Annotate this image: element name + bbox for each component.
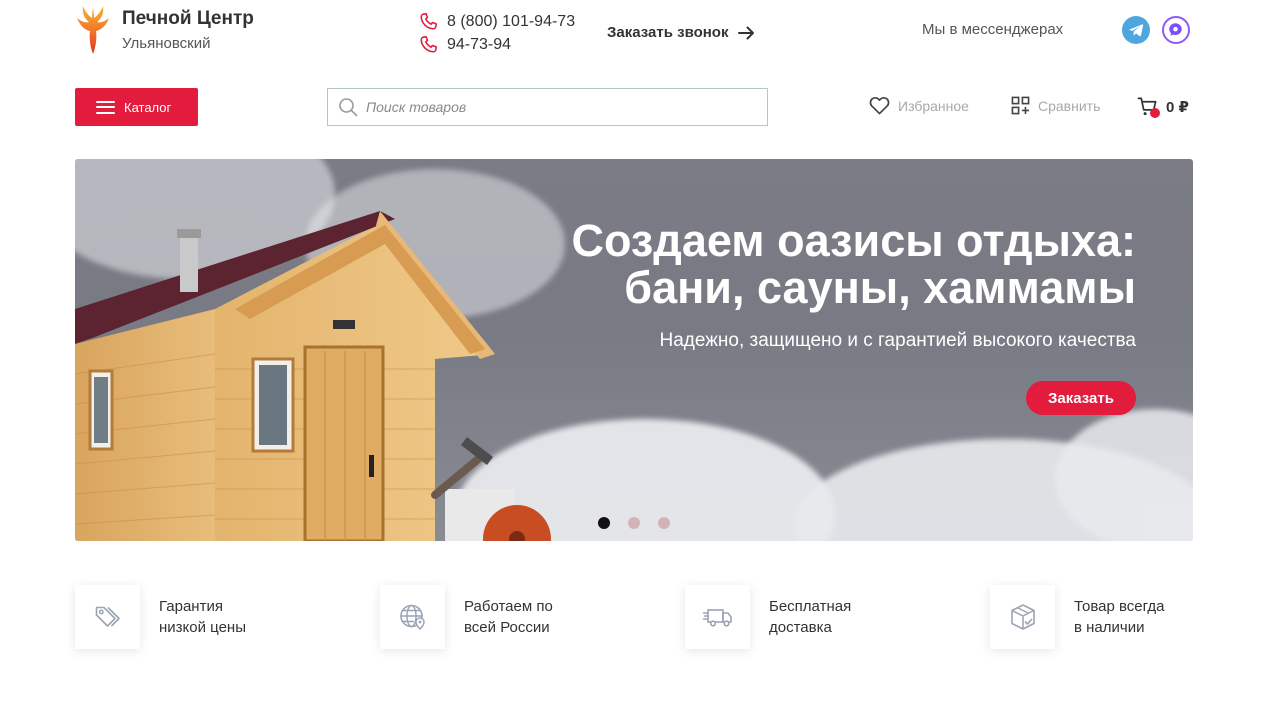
order-button[interactable]: Заказать	[1026, 381, 1136, 415]
compare-label: Сравнить	[1038, 97, 1101, 114]
slider-dot[interactable]	[598, 517, 610, 529]
price-tag-icon	[95, 606, 120, 627]
phoenix-logo-icon	[77, 6, 109, 54]
feature-icon-box	[380, 585, 445, 649]
banner-title-line: бани, сауны, хаммамы	[624, 262, 1136, 313]
banner-title-line: Создаем оазисы отдыха:	[571, 215, 1136, 266]
cart-badge	[1150, 108, 1160, 118]
feature-title: доставка	[769, 619, 832, 636]
feature-title: всей России	[464, 619, 550, 636]
phone-number: 8 (800) 101-94-73	[447, 12, 576, 30]
telegram-icon[interactable]	[1122, 16, 1150, 44]
banner-title: Создаем оазисы отдыха: бани, сауны, хамм…	[436, 217, 1136, 311]
callback-label: Заказать звонок	[607, 24, 729, 41]
slider-dot[interactable]	[658, 517, 670, 529]
catalog-label: Каталог	[124, 99, 172, 115]
feature-title: Работаем по	[464, 598, 553, 615]
brand-logo[interactable]	[75, 4, 111, 56]
cart-link[interactable]: 0 ₽	[1137, 96, 1189, 118]
catalog-button[interactable]: Каталог	[75, 88, 198, 126]
feature-title: низкой цены	[159, 619, 246, 636]
feature-title: Товар всегда	[1074, 598, 1165, 615]
slider-dot[interactable]	[628, 517, 640, 529]
favorites-link[interactable]: Избранное	[869, 96, 969, 115]
feature-icon-box	[685, 585, 750, 649]
feature-title: Гарантия	[159, 598, 223, 615]
phone-icon	[420, 13, 437, 30]
menu-icon	[96, 100, 115, 114]
feature-all-russia: Работаем по всей России	[380, 585, 553, 649]
feature-free-delivery: Бесплатная доставка	[685, 585, 851, 649]
heart-icon	[869, 96, 890, 115]
cart-total: 0 ₽	[1166, 98, 1189, 116]
compare-icon	[1011, 96, 1030, 115]
phone-number: 94-73-94	[447, 35, 512, 53]
feature-low-price: Гарантия низкой цены	[75, 585, 246, 649]
feature-title: Бесплатная	[769, 598, 852, 615]
max-messenger-icon[interactable]	[1162, 16, 1190, 44]
box-check-icon	[1010, 604, 1035, 630]
phone-link-main[interactable]: 8 (800) 101-94-73	[418, 11, 575, 32]
feature-title: в наличии	[1074, 619, 1145, 636]
slider-dots	[598, 517, 670, 529]
compare-link[interactable]: Сравнить	[1011, 96, 1100, 115]
brand-city: Ульяновский	[122, 35, 211, 52]
phone-link-local[interactable]: 94-73-94	[418, 34, 511, 55]
search-icon	[339, 98, 358, 117]
banner-subtitle: Надежно, защищено и с гарантией высокого…	[659, 330, 1136, 351]
search-bar[interactable]	[327, 88, 768, 126]
phone-icon	[420, 36, 437, 53]
callback-button[interactable]: Заказать звонок	[607, 24, 755, 41]
feature-icon-box	[75, 585, 140, 649]
arrow-right-icon	[738, 26, 755, 39]
hero-banner[interactable]: Создаем оазисы отдыха: бани, сауны, хамм…	[75, 159, 1193, 541]
globe-location-icon	[399, 604, 425, 631]
brand-name[interactable]: Печной Центр	[122, 8, 254, 30]
delivery-truck-icon	[702, 609, 732, 627]
favorites-label: Избранное	[898, 97, 969, 114]
feature-in-stock: Товар всегда в наличии	[990, 585, 1165, 649]
search-input[interactable]	[366, 99, 746, 115]
feature-icon-box	[990, 585, 1055, 649]
messengers-label: Мы в мессенджерах	[922, 21, 1064, 38]
